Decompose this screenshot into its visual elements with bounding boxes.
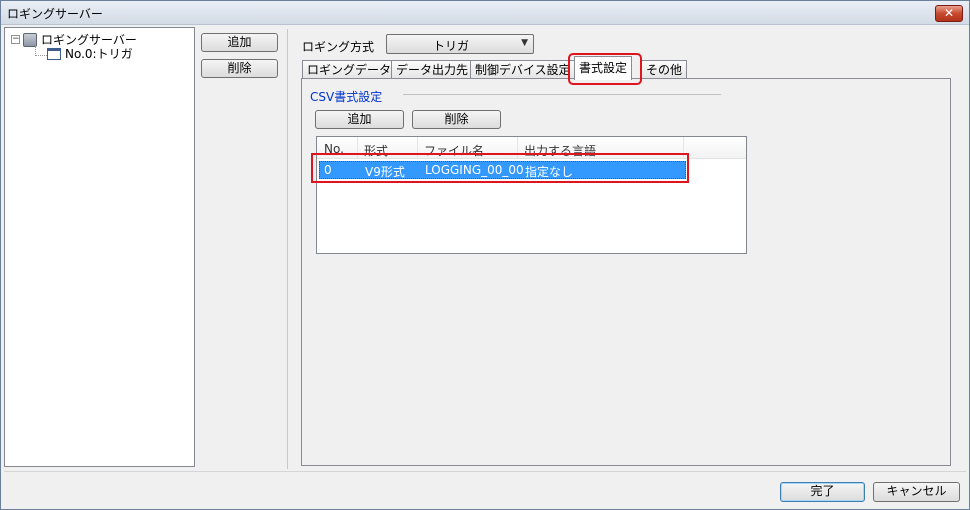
finish-button[interactable]: 完了: [780, 482, 865, 502]
logging-method-label: ロギング方式: [302, 40, 375, 54]
close-button[interactable]: ✕: [935, 5, 963, 22]
csv-section-divider: [403, 94, 721, 95]
cancel-button[interactable]: キャンセル: [873, 482, 960, 502]
csv-delete-button[interactable]: 削除: [412, 110, 501, 129]
tab-other[interactable]: その他: [641, 60, 688, 79]
tree-child-node[interactable]: No.0:トリガ: [47, 45, 133, 62]
window-title: ロギングサーバー: [7, 7, 103, 21]
title-bar[interactable]: ロギングサーバー ✕: [1, 1, 969, 25]
logging-server-dialog: ロギングサーバー ✕ − ロギングサーバー No.0:トリガ 追加 削除 ロギン…: [0, 0, 970, 510]
row-highlight-annotation: [311, 153, 689, 183]
logging-method-value: トリガ: [432, 39, 469, 53]
tab-highlight-annotation: [568, 53, 642, 85]
dropdown-arrow-icon: ▼: [521, 38, 528, 48]
footer-divider: [4, 471, 966, 472]
tree-delete-button[interactable]: 削除: [201, 59, 278, 78]
tab-logging-data[interactable]: ロギングデータ: [302, 60, 397, 79]
collapse-toggle-icon[interactable]: −: [11, 35, 20, 44]
tab-data-output[interactable]: データ出力先: [391, 60, 474, 79]
server-icon: [23, 32, 37, 47]
trigger-window-icon: [47, 47, 61, 60]
csv-add-button[interactable]: 追加: [315, 110, 404, 129]
tab-control-device[interactable]: 制御デバイス設定: [470, 60, 576, 79]
tree-child-label: No.0:トリガ: [65, 47, 133, 61]
logging-method-select[interactable]: トリガ ▼: [386, 34, 534, 54]
server-tree[interactable]: − ロギングサーバー No.0:トリガ: [4, 27, 195, 467]
csv-section-title: CSV書式設定: [310, 90, 383, 104]
tree-connector: [35, 46, 47, 56]
panel-divider: [287, 29, 288, 469]
tree-add-button[interactable]: 追加: [201, 33, 278, 52]
